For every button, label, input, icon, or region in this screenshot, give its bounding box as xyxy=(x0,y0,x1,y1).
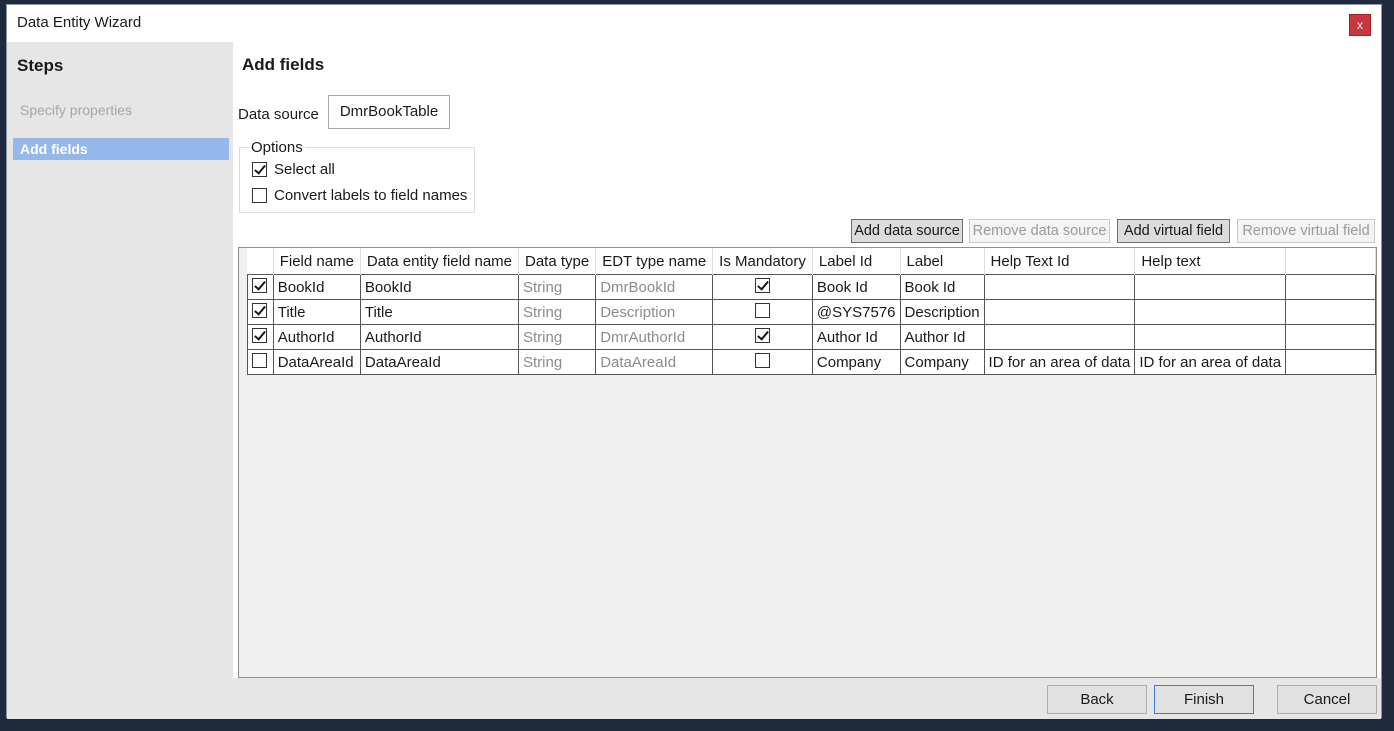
steps-panel: Steps Specify properties Add fields xyxy=(7,42,233,678)
main-panel: Add fields Data source DmrBookTable Opti… xyxy=(233,42,1381,678)
mandatory-cell[interactable] xyxy=(712,324,813,350)
help-text-id-cell[interactable]: ID for an area of data xyxy=(983,349,1136,375)
col-header-select[interactable] xyxy=(247,248,274,275)
data-source-field[interactable]: DmrBookTable xyxy=(328,95,450,129)
label-id-cell[interactable]: @SYS7576 xyxy=(811,299,901,325)
col-header-entity-field-name[interactable]: Data entity field name xyxy=(360,248,520,275)
mandatory-checkbox[interactable] xyxy=(755,302,771,318)
field-name-cell[interactable]: Title xyxy=(272,299,361,325)
remove-data-source-button[interactable]: Remove data source xyxy=(969,219,1110,243)
entity-field-name-cell[interactable]: BookId xyxy=(359,274,520,300)
col-header-help-text-id[interactable]: Help Text Id xyxy=(984,248,1136,275)
filler-cell xyxy=(1285,324,1376,350)
fields-grid: Field name Data entity field name Data t… xyxy=(238,247,1377,678)
close-button[interactable]: x xyxy=(1349,14,1371,36)
select-all-label: Select all xyxy=(274,161,335,178)
mandatory-checkbox[interactable] xyxy=(755,277,771,293)
label-id-cell[interactable]: Company xyxy=(811,349,901,375)
cancel-button[interactable]: Cancel xyxy=(1277,685,1377,714)
remove-virtual-field-button[interactable]: Remove virtual field xyxy=(1237,219,1375,243)
entity-field-name-cell[interactable]: DataAreaId xyxy=(359,349,520,375)
edt-type-cell: Description xyxy=(595,299,714,325)
steps-heading: Steps xyxy=(17,56,64,75)
help-text-id-cell[interactable] xyxy=(983,274,1136,300)
help-text-id-cell[interactable] xyxy=(983,299,1136,325)
page-title: Add fields xyxy=(242,55,325,74)
edt-type-cell: DmrAuthorId xyxy=(595,324,714,350)
row-select-checkbox[interactable] xyxy=(252,277,267,293)
col-header-data-type[interactable]: Data type xyxy=(518,248,597,275)
fields-table: Field name Data entity field name Data t… xyxy=(247,248,1376,375)
help-text-cell[interactable] xyxy=(1134,324,1287,350)
entity-field-name-cell[interactable]: Title xyxy=(359,299,520,325)
row-select-checkbox[interactable] xyxy=(252,352,267,368)
mandatory-cell[interactable] xyxy=(712,274,813,300)
table-row[interactable]: Title Title String Description @SYS7576 … xyxy=(247,299,1376,325)
col-header-help-text[interactable]: Help text xyxy=(1134,248,1287,275)
data-type-cell: String xyxy=(517,349,597,375)
back-button[interactable]: Back xyxy=(1047,685,1147,714)
col-header-filler xyxy=(1285,248,1376,275)
convert-labels-label: Convert labels to field names xyxy=(274,187,468,204)
finish-button[interactable]: Finish xyxy=(1154,685,1254,714)
grid-header-row: Field name Data entity field name Data t… xyxy=(247,248,1376,275)
wizard-window: Data Entity Wizard x Steps Specify prope… xyxy=(6,4,1382,719)
data-type-cell: String xyxy=(517,299,597,325)
row-select-cell[interactable] xyxy=(247,324,274,350)
data-type-cell: String xyxy=(517,274,597,300)
data-type-cell: String xyxy=(517,324,597,350)
row-select-checkbox[interactable] xyxy=(252,302,267,318)
field-name-cell[interactable]: BookId xyxy=(272,274,361,300)
window-title: Data Entity Wizard xyxy=(17,14,142,31)
mandatory-checkbox[interactable] xyxy=(755,327,771,343)
edt-type-cell: DmrBookId xyxy=(595,274,714,300)
title-bar: Data Entity Wizard x xyxy=(7,5,1381,43)
label-cell[interactable]: Description xyxy=(899,299,985,325)
label-id-cell[interactable]: Author Id xyxy=(811,324,901,350)
data-source-label: Data source xyxy=(238,106,319,123)
help-text-cell[interactable] xyxy=(1134,274,1287,300)
mandatory-cell[interactable] xyxy=(712,299,813,325)
label-cell[interactable]: Company xyxy=(899,349,985,375)
filler-cell xyxy=(1285,349,1376,375)
label-cell[interactable]: Author Id xyxy=(899,324,985,350)
row-select-cell[interactable] xyxy=(247,349,274,375)
col-header-is-mandatory[interactable]: Is Mandatory xyxy=(712,248,813,275)
filler-cell xyxy=(1285,274,1376,300)
col-header-label[interactable]: Label xyxy=(900,248,985,275)
add-virtual-field-button[interactable]: Add virtual field xyxy=(1117,219,1230,243)
footer-bar: Back Finish Cancel xyxy=(7,678,1381,719)
options-legend: Options xyxy=(249,139,305,156)
col-header-field-name[interactable]: Field name xyxy=(273,248,361,275)
add-data-source-button[interactable]: Add data source xyxy=(851,219,963,243)
mandatory-cell[interactable] xyxy=(712,349,813,375)
convert-labels-checkbox[interactable] xyxy=(252,188,267,203)
help-text-id-cell[interactable] xyxy=(983,324,1136,350)
help-text-cell[interactable]: ID for an area of data xyxy=(1134,349,1287,375)
table-row[interactable]: AuthorId AuthorId String DmrAuthorId Aut… xyxy=(247,324,1376,350)
col-header-edt-type-name[interactable]: EDT type name xyxy=(595,248,714,275)
table-row[interactable]: BookId BookId String DmrBookId Book Id B… xyxy=(247,274,1376,300)
label-id-cell[interactable]: Book Id xyxy=(811,274,901,300)
field-name-cell[interactable]: AuthorId xyxy=(272,324,361,350)
step-add-fields[interactable]: Add fields xyxy=(13,138,229,160)
step-specify-properties[interactable]: Specify properties xyxy=(13,99,229,121)
filler-cell xyxy=(1285,299,1376,325)
row-select-checkbox[interactable] xyxy=(252,327,267,343)
options-group: Options Select all Convert labels to fie… xyxy=(239,139,475,213)
field-name-cell[interactable]: DataAreaId xyxy=(272,349,361,375)
select-all-option[interactable]: Select all xyxy=(252,161,335,178)
row-select-cell[interactable] xyxy=(247,299,274,325)
entity-field-name-cell[interactable]: AuthorId xyxy=(359,324,520,350)
help-text-cell[interactable] xyxy=(1134,299,1287,325)
mandatory-checkbox[interactable] xyxy=(755,352,771,368)
edt-type-cell: DataAreaId xyxy=(595,349,714,375)
label-cell[interactable]: Book Id xyxy=(899,274,985,300)
table-row[interactable]: DataAreaId DataAreaId String DataAreaId … xyxy=(247,349,1376,375)
col-header-label-id[interactable]: Label Id xyxy=(812,248,901,275)
select-all-checkbox[interactable] xyxy=(252,162,267,177)
row-select-cell[interactable] xyxy=(247,274,274,300)
convert-labels-option[interactable]: Convert labels to field names xyxy=(252,187,467,204)
